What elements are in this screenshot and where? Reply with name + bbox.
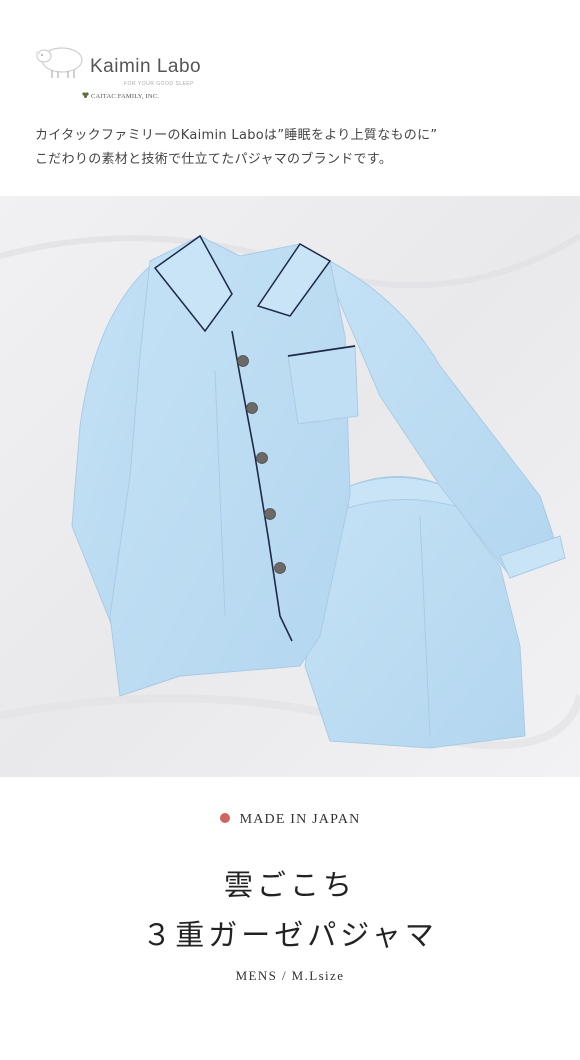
caitac-mark-icon [82, 92, 89, 98]
brand-tagline: FOR YOUR GOOD SLEEP [124, 81, 194, 87]
brand-name: Kaimin Labo [90, 56, 202, 77]
intro-line-1: カイタックファミリーのKaimin Laboは”睡眠をより上質なものに” [35, 128, 438, 143]
company-label: CAITAC FAMILY, INC. [91, 93, 160, 100]
product-title-line-1: 雲ごこち [223, 868, 356, 902]
product-title-line-2: ３重ガーゼパジャマ [142, 918, 438, 952]
made-in-japan-label: MADE IN JAPAN [0, 812, 580, 828]
made-in-text: MADE IN JAPAN [239, 812, 361, 827]
brand-intro: カイタックファミリーのKaimin Laboは”睡眠をより上質なものに” こだわ… [35, 124, 555, 172]
intro-line-2: こだわりの素材と技術で仕立てたパジャマのブランドです。 [35, 152, 393, 167]
red-dot-icon [219, 813, 230, 823]
product-title: 雲ごこち ３重ガーゼパジャマ [0, 860, 580, 960]
sheep-icon [35, 47, 83, 78]
brand-header: Kaimin Labo FOR YOUR GOOD SLEEP CAITAC F… [0, 0, 580, 196]
product-photo [0, 196, 580, 777]
size-info: MENS / M.Lsize [235, 968, 345, 983]
company-name: CAITAC FAMILY, INC. [82, 92, 159, 100]
